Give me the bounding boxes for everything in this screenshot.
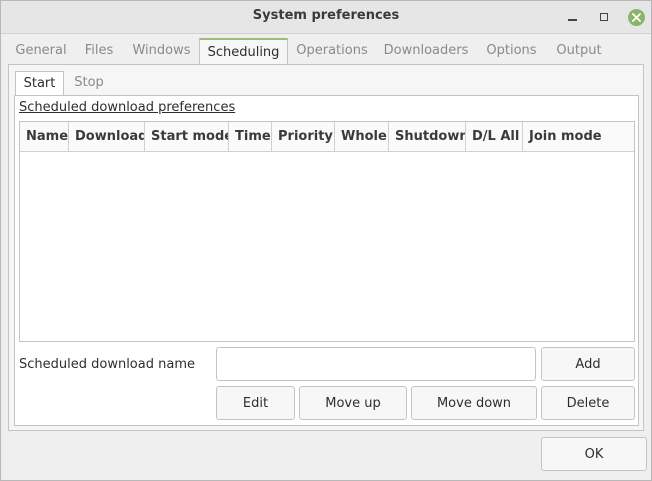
title-bar: System preferences [1, 1, 651, 34]
move-down-button[interactable]: Move down [411, 386, 537, 420]
tab-operations[interactable]: Operations [289, 38, 375, 64]
add-button[interactable]: Add [541, 347, 635, 381]
column-header-start-mode[interactable]: Start mode [145, 122, 229, 151]
schedule-table[interactable]: Name Download Start mode Time Priority W… [19, 121, 635, 342]
scheduled-download-name-input[interactable] [216, 347, 536, 381]
minimize-icon [567, 19, 577, 21]
close-button[interactable] [626, 7, 646, 27]
maximize-icon [600, 13, 608, 21]
start-panel: Scheduled download preferences Name Down… [14, 95, 639, 426]
edit-button[interactable]: Edit [216, 386, 295, 420]
column-header-priority[interactable]: Priority [272, 122, 335, 151]
column-header-whole[interactable]: Whole [335, 122, 389, 151]
move-up-button[interactable]: Move up [299, 386, 407, 420]
window-title: System preferences [252, 8, 400, 23]
column-header-shutdown[interactable]: Shutdown [389, 122, 466, 151]
ok-button[interactable]: OK [541, 437, 647, 471]
table-header: Name Download Start mode Time Priority W… [20, 122, 634, 152]
tab-downloaders[interactable]: Downloaders [375, 38, 477, 64]
maximize-button[interactable] [594, 7, 614, 27]
tab-scheduling[interactable]: Scheduling [199, 38, 288, 65]
column-header-download[interactable]: Download [69, 122, 145, 151]
close-icon [627, 8, 645, 26]
tab-options[interactable]: Options [477, 38, 546, 64]
column-header-time[interactable]: Time [229, 122, 272, 151]
preferences-window: System preferences General Files Windows… [0, 0, 652, 481]
tab-start[interactable]: Start [15, 71, 64, 96]
tab-general[interactable]: General [8, 38, 74, 64]
minimize-button[interactable] [562, 7, 582, 27]
tab-stop[interactable]: Stop [64, 71, 114, 95]
column-header-name[interactable]: Name [20, 122, 69, 151]
column-header-dl-all[interactable]: D/L All [466, 122, 523, 151]
tab-windows[interactable]: Windows [124, 38, 199, 64]
section-title: Scheduled download preferences [19, 100, 236, 115]
scheduling-panel: Start Stop Scheduled download preference… [8, 64, 644, 431]
column-header-join-mode[interactable]: Join mode [523, 122, 634, 151]
delete-button[interactable]: Delete [541, 386, 635, 420]
scheduled-download-name-label: Scheduled download name [19, 357, 195, 372]
tab-output[interactable]: Output [546, 38, 612, 64]
tab-files[interactable]: Files [74, 38, 124, 64]
